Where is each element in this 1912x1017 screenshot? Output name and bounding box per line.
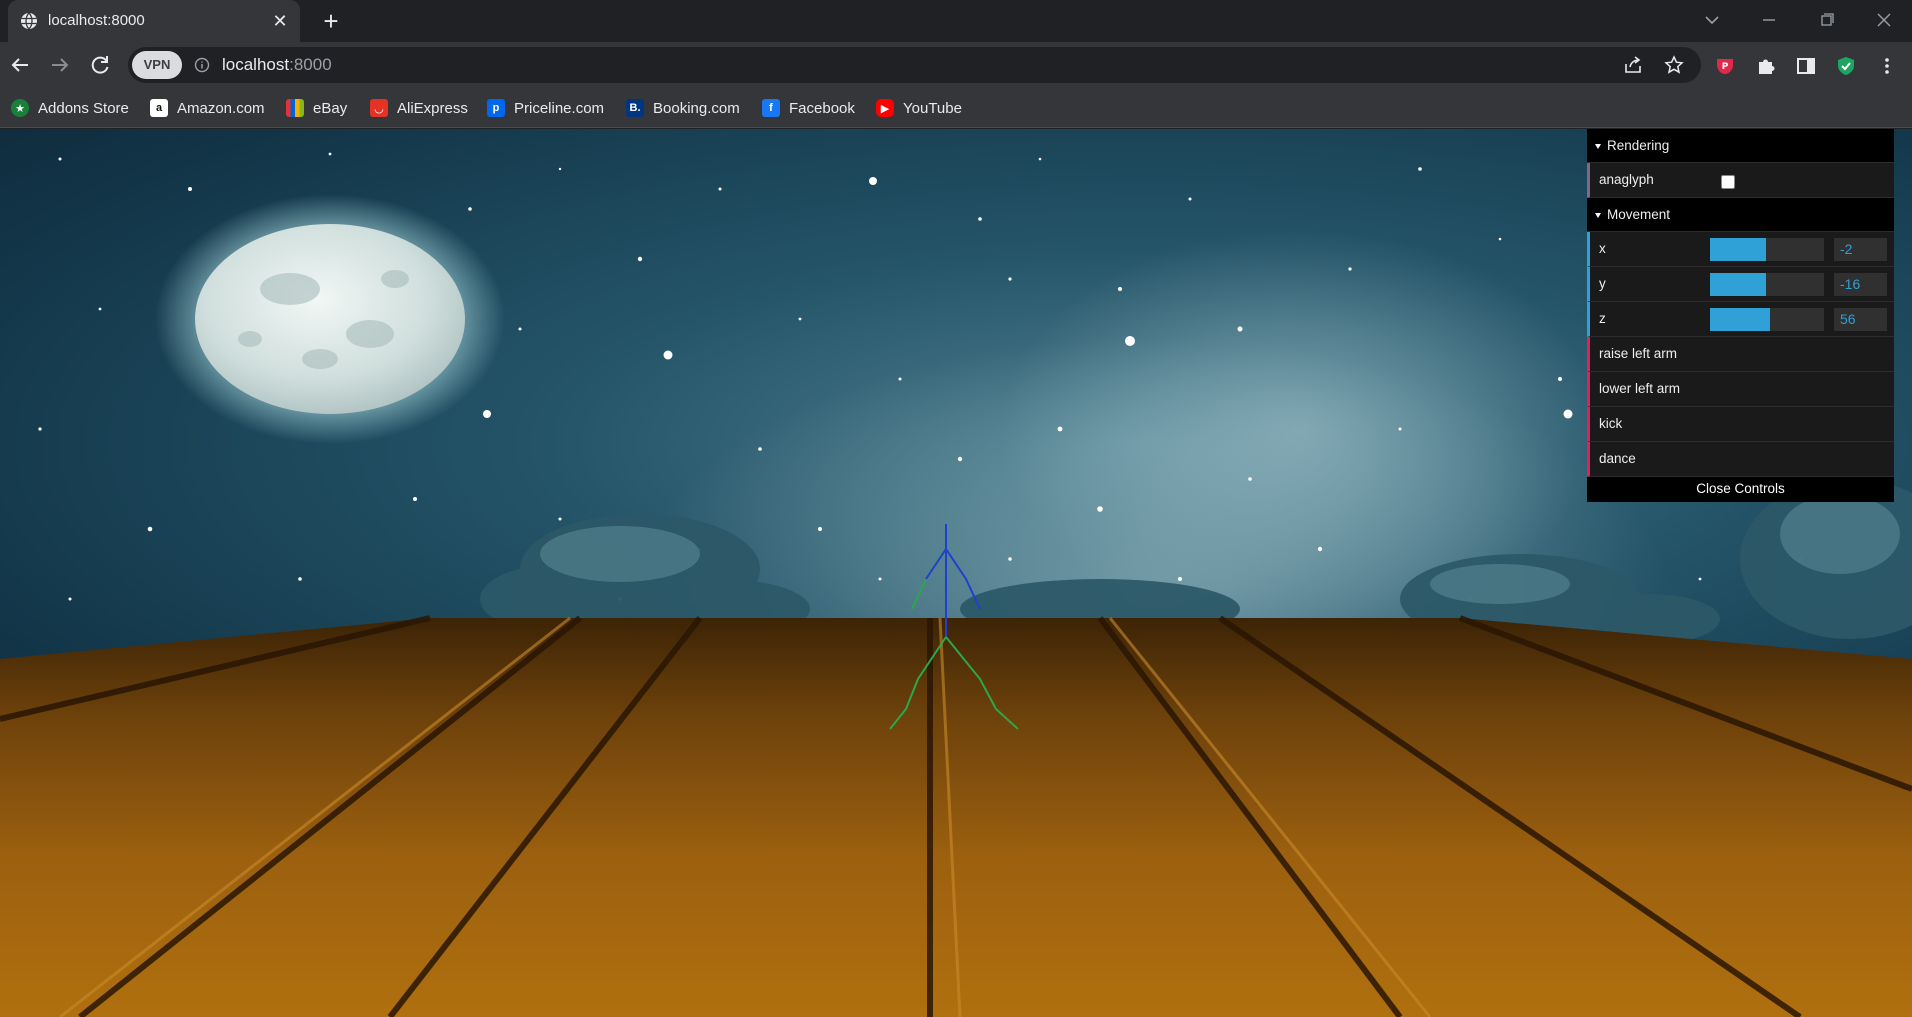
bookmarks-bar: ★ Addons Store a Amazon.com eBay ◡ AliEx… <box>0 88 1912 128</box>
new-tab-button[interactable]: + <box>318 8 344 35</box>
aliexpress-icon: ◡ <box>370 99 388 117</box>
bookmark-youtube[interactable]: ▶ YouTube <box>876 96 962 120</box>
bookmark-addons-store[interactable]: ★ Addons Store <box>11 96 129 120</box>
action-label: kick <box>1599 416 1623 431</box>
bookmark-ebay[interactable]: eBay <box>286 96 347 120</box>
bookmark-priceline[interactable]: p Priceline.com <box>487 96 604 120</box>
globe-icon <box>21 12 37 30</box>
folder-movement[interactable]: Movement <box>1587 198 1894 232</box>
x-label: x <box>1599 241 1606 256</box>
close-controls-button[interactable]: Close Controls <box>1587 477 1894 502</box>
page-viewport: Rendering anaglyph Movement x -2 y -16 z… <box>0 129 1912 1017</box>
vpn-badge[interactable]: VPN <box>132 51 182 79</box>
anaglyph-label: anaglyph <box>1599 172 1654 187</box>
url-text: localhost:8000 <box>222 55 332 75</box>
bookmark-label: Addons Store <box>38 99 129 117</box>
controls-panel: Rendering anaglyph Movement x -2 y -16 z… <box>1587 129 1894 502</box>
y-row: y -16 <box>1587 267 1894 302</box>
bookmark-label: eBay <box>313 99 348 117</box>
side-panel-icon[interactable] <box>1795 55 1817 77</box>
tab-close-icon[interactable]: ✕ <box>270 11 290 31</box>
action-label: dance <box>1599 451 1636 466</box>
z-row: z 56 <box>1587 302 1894 337</box>
tab-title: localhost:8000 <box>48 12 145 29</box>
folder-movement-title: Movement <box>1607 207 1671 222</box>
z-slider[interactable] <box>1710 308 1824 331</box>
addons-store-icon: ★ <box>11 99 29 117</box>
bookmark-label: Priceline.com <box>514 99 605 117</box>
amazon-icon: a <box>150 99 168 117</box>
ebay-icon <box>286 99 304 117</box>
bookmark-label: Amazon.com <box>177 99 265 117</box>
y-label: y <box>1599 276 1606 291</box>
anaglyph-checkbox[interactable] <box>1721 175 1735 189</box>
folder-rendering[interactable]: Rendering <box>1587 129 1894 163</box>
bookmark-amazon[interactable]: a Amazon.com <box>150 96 265 120</box>
folder-rendering-title: Rendering <box>1607 138 1670 153</box>
menu-kebab-icon[interactable] <box>1876 55 1898 77</box>
url-port: :8000 <box>289 55 332 74</box>
tab-strip: localhost:8000 ✕ + <box>0 0 1912 42</box>
action-label: raise left arm <box>1599 346 1678 361</box>
x-slider[interactable] <box>1710 238 1824 261</box>
bookmark-star-icon[interactable] <box>1664 55 1684 75</box>
x-number-input[interactable]: -2 <box>1834 238 1887 261</box>
browser-tab[interactable]: localhost:8000 ✕ <box>8 0 300 42</box>
shield-extension-icon[interactable] <box>1835 55 1857 77</box>
action-label: lower left arm <box>1599 381 1681 396</box>
z-number-input[interactable]: 56 <box>1834 308 1887 331</box>
close-window-icon[interactable] <box>1872 8 1896 32</box>
address-bar[interactable]: VPN localhost:8000 <box>128 47 1701 83</box>
bookmark-facebook[interactable]: f Facebook <box>762 96 855 120</box>
youtube-icon: ▶ <box>876 99 894 117</box>
facebook-icon: f <box>762 99 780 117</box>
pocket-extension-icon[interactable]: P <box>1714 55 1736 77</box>
back-icon[interactable] <box>6 51 34 79</box>
priceline-icon: p <box>487 99 505 117</box>
y-slider-fill <box>1710 273 1766 296</box>
browser-toolbar: VPN localhost:8000 P <box>0 42 1912 88</box>
bookmark-label: Booking.com <box>653 99 740 117</box>
raise-left-arm-button[interactable]: raise left arm <box>1587 337 1894 372</box>
extensions-puzzle-icon[interactable] <box>1755 55 1777 77</box>
svg-text:P: P <box>1722 62 1729 72</box>
lower-left-arm-button[interactable]: lower left arm <box>1587 372 1894 407</box>
site-info-icon[interactable] <box>194 57 210 73</box>
kick-button[interactable]: kick <box>1587 407 1894 442</box>
tab-search-icon[interactable] <box>1700 8 1724 32</box>
url-host: localhost <box>222 55 290 74</box>
y-number-input[interactable]: -16 <box>1834 273 1887 296</box>
bookmark-label: AliExpress <box>397 99 468 117</box>
share-icon[interactable] <box>1623 55 1643 75</box>
dance-button[interactable]: dance <box>1587 442 1894 477</box>
bookmark-aliexpress[interactable]: ◡ AliExpress <box>370 96 468 120</box>
minimize-icon[interactable] <box>1757 8 1781 32</box>
restore-icon[interactable] <box>1815 8 1839 32</box>
bookmark-label: Facebook <box>789 99 855 117</box>
anaglyph-row[interactable]: anaglyph <box>1587 163 1894 198</box>
booking-icon: B. <box>626 99 644 117</box>
reload-icon[interactable] <box>86 51 114 79</box>
bookmark-booking[interactable]: B. Booking.com <box>626 96 740 120</box>
y-slider[interactable] <box>1710 273 1824 296</box>
z-label: z <box>1599 311 1606 326</box>
z-slider-fill <box>1710 308 1771 331</box>
x-row: x -2 <box>1587 232 1894 267</box>
x-slider-fill <box>1710 238 1766 261</box>
bookmark-label: YouTube <box>903 99 962 117</box>
forward-icon[interactable] <box>46 51 74 79</box>
